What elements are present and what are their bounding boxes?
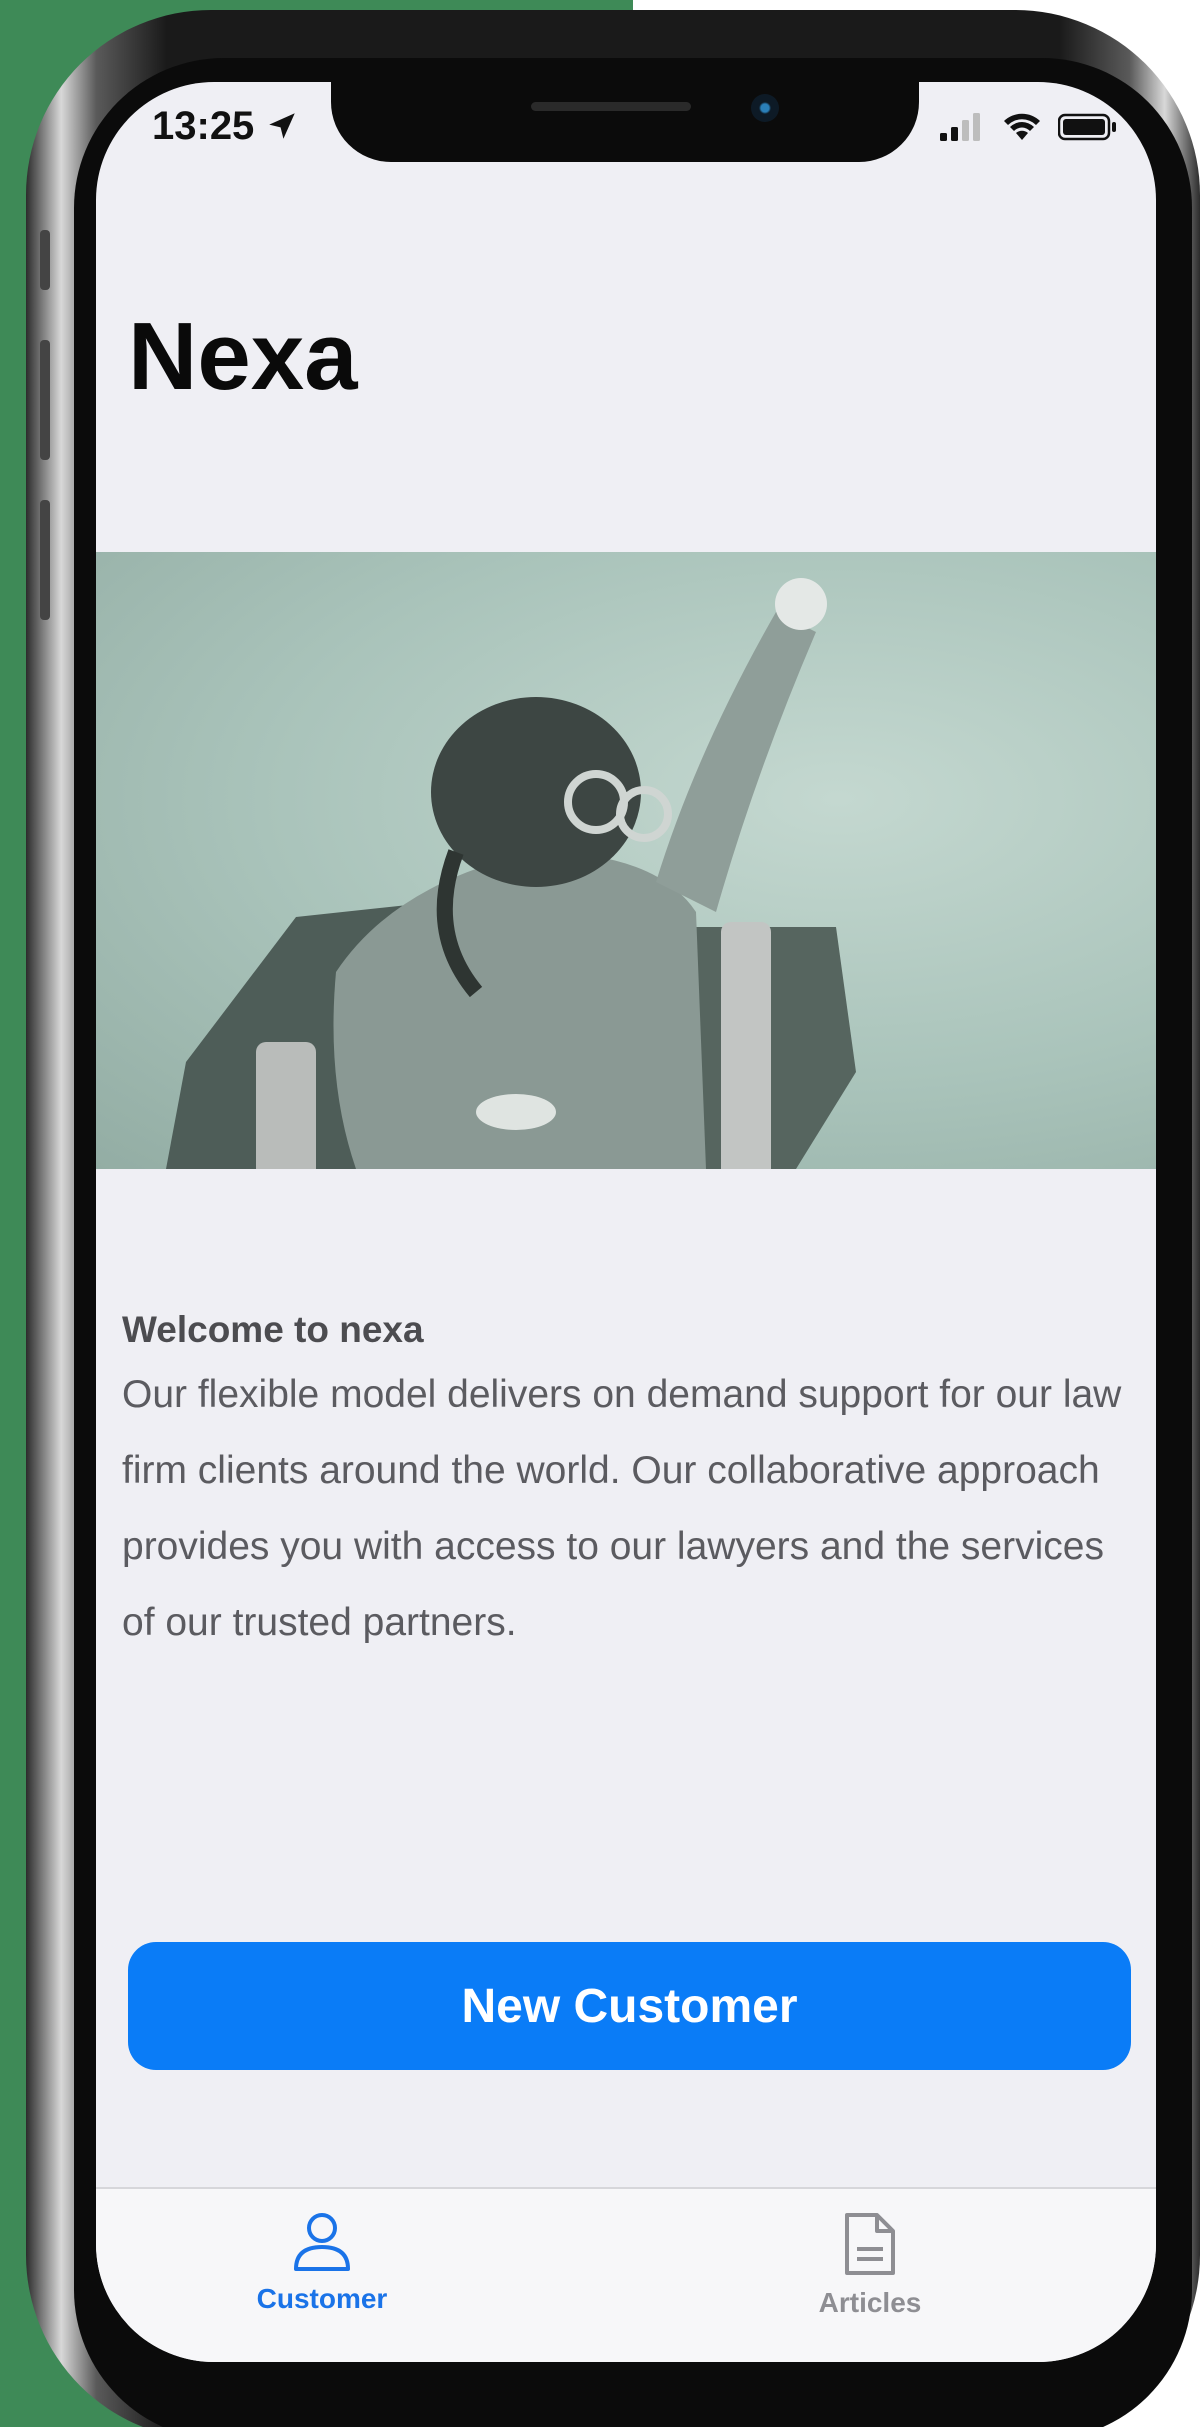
hero-tube-left [256,1042,316,1169]
volume-up-button [40,340,50,460]
welcome-heading: Welcome to nexa [122,1309,424,1350]
hero-child-fist [775,578,827,630]
battery-icon [1058,113,1116,141]
location-arrow-icon [269,113,296,139]
tab-customer[interactable]: Customer [192,2211,452,2315]
tab-articles-label: Articles [818,2287,922,2318]
mute-switch [40,230,50,290]
document-icon [845,2213,895,2275]
wifi-icon [1004,113,1040,140]
backdrop: 13:25 Nexa Welcome to nexa Our flexible … [0,0,1200,2427]
tab-bar: Customer Articles [96,2187,1156,2362]
phone-screen: 13:25 Nexa Welcome to nexa Our flexible … [96,82,1156,2362]
notch [331,82,919,162]
status-time-text: 13:25 [152,104,255,148]
page-title: Nexa [128,303,358,410]
hero-child-arm [656,612,816,912]
earpiece-speaker [531,102,691,111]
hero-image [96,552,1156,1169]
hero-child-hand [476,1094,556,1130]
new-customer-button[interactable]: New Customer [128,1942,1131,2070]
person-icon [294,2213,350,2271]
hero-illustration [166,578,856,1169]
status-bar-time: 13:25 [152,104,299,149]
hero-aviator-helmet [431,697,641,887]
tab-articles[interactable]: Articles [740,2211,1000,2319]
tab-customer-label: Customer [256,2283,388,2314]
hero-tube-right [721,922,771,1169]
volume-down-button [40,500,50,620]
welcome-body-text: Our flexible model delivers on demand su… [122,1373,1122,1644]
status-bar-icons [940,112,1118,142]
front-camera [751,94,779,122]
cellular-signal-icon [940,113,980,141]
